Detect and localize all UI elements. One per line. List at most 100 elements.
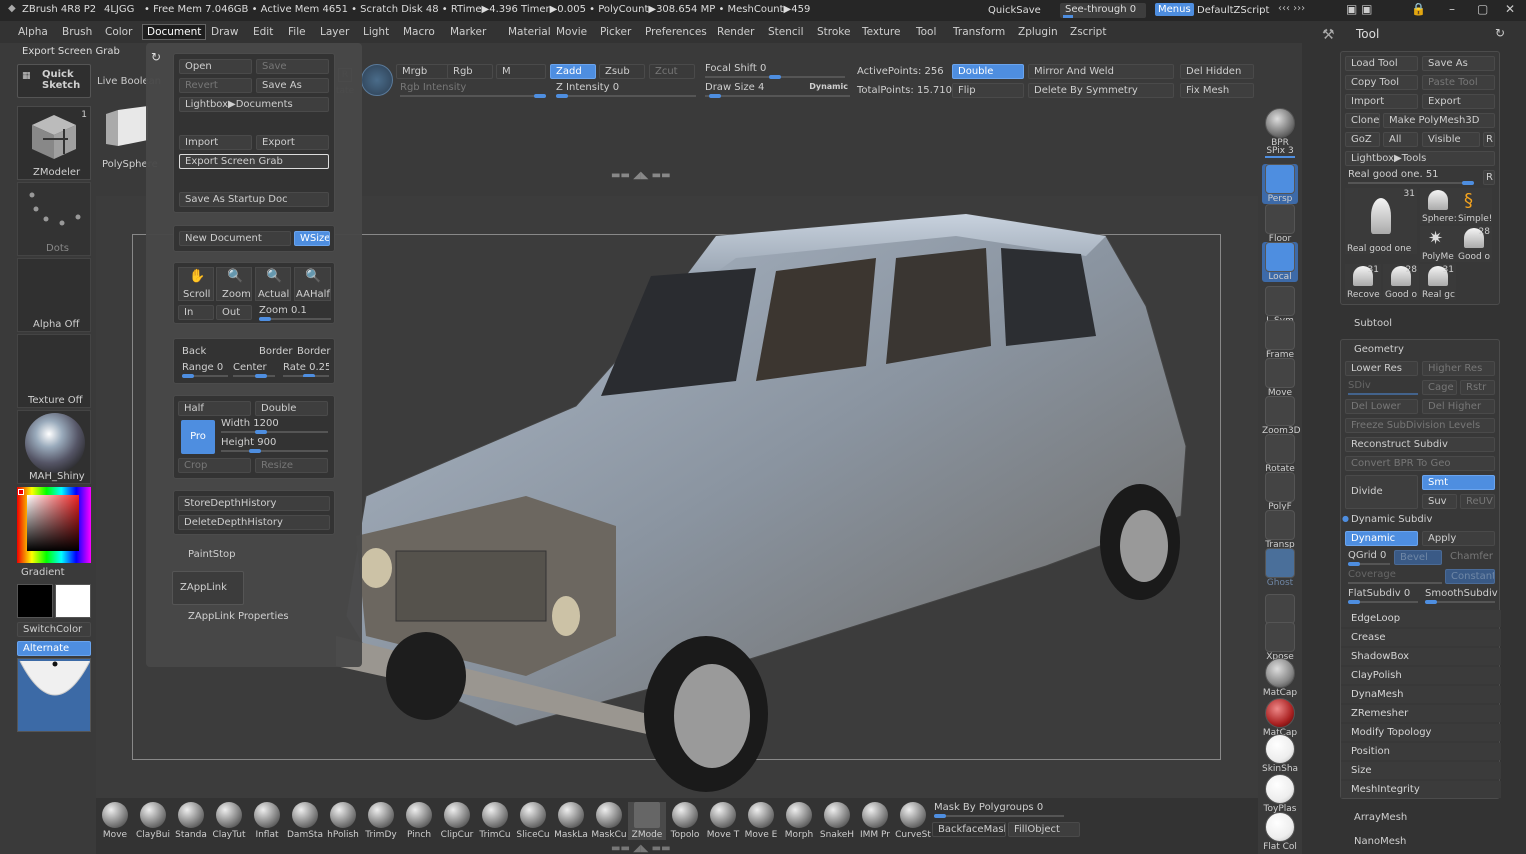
reconstruct-subdiv-button[interactable]: Reconstruct Subdiv: [1345, 437, 1495, 452]
rgb-button[interactable]: Rgb: [447, 64, 493, 79]
higher-res-button[interactable]: Higher Res: [1422, 361, 1495, 376]
tool-thumb[interactable]: Recove 31: [1345, 264, 1381, 300]
flat-subdiv-slider[interactable]: FlatSubdiv 0: [1348, 588, 1418, 604]
texture-slot[interactable]: Texture Off: [17, 334, 91, 408]
fill-object-button[interactable]: FillObject: [1008, 822, 1080, 837]
clone-button[interactable]: Clone: [1345, 113, 1380, 128]
menu-zscript[interactable]: Zscript: [1070, 26, 1106, 38]
save-as-button[interactable]: Save As: [256, 78, 329, 93]
switch-color-button[interactable]: SwitchColor: [17, 622, 91, 637]
z-intensity-slider[interactable]: Z Intensity 0: [556, 82, 696, 98]
stroke-dots-slot[interactable]: Dots: [17, 182, 91, 256]
menu-tool[interactable]: Tool: [916, 26, 936, 38]
suv-toggle[interactable]: Suv: [1422, 494, 1457, 509]
tool-save-as-button[interactable]: Save As: [1422, 56, 1495, 71]
range-slider[interactable]: Range 0: [182, 362, 228, 378]
resize-button[interactable]: Resize: [255, 458, 328, 473]
border-label-2[interactable]: Border: [297, 346, 331, 357]
freeze-subdiv-button[interactable]: Freeze SubDivision Levels: [1345, 418, 1495, 433]
geometry-position[interactable]: Position: [1341, 743, 1501, 760]
geometry-zremesher[interactable]: ZRemesher: [1341, 705, 1501, 722]
width-slider[interactable]: Width 1200: [221, 418, 328, 434]
strip-zoom3d[interactable]: Zoom3D: [1262, 396, 1301, 436]
draw-size-slider[interactable]: Draw Size 4 Dynamic: [705, 82, 850, 98]
menu-marker[interactable]: Marker: [450, 26, 486, 38]
export-button[interactable]: Export: [256, 135, 329, 150]
constant-toggle[interactable]: Constant: [1445, 569, 1495, 584]
zmodeler-brush-slot[interactable]: 1 ZModeler: [17, 106, 91, 180]
make-polymesh-button[interactable]: Make PolyMesh3D: [1383, 113, 1495, 128]
tray-icons[interactable]: ‹‹‹ ›››: [1278, 3, 1305, 14]
brush-curvest[interactable]: CurveSt: [894, 802, 932, 840]
coverage-slider[interactable]: Coverage: [1348, 569, 1442, 584]
divide-button[interactable]: Divide: [1345, 475, 1418, 509]
brush-claytut[interactable]: ClayTut: [210, 802, 248, 840]
tool-thumb[interactable]: Real good one 31: [1345, 188, 1417, 254]
brush-inflat[interactable]: Inflat: [248, 802, 286, 840]
zapplink-properties-label[interactable]: ZAppLink Properties: [188, 611, 289, 622]
copy-tool-button[interactable]: Copy Tool: [1345, 75, 1418, 90]
main-color-swatch[interactable]: [55, 584, 91, 618]
menu-zplugin[interactable]: Zplugin: [1018, 26, 1058, 38]
rgb-intensity-slider[interactable]: Rgb Intensity: [400, 82, 546, 98]
paintstop-label[interactable]: PaintStop: [188, 549, 235, 560]
strip-transp[interactable]: Transp: [1262, 510, 1298, 550]
chamfer-toggle[interactable]: Chamfer: [1445, 550, 1495, 565]
brush-topolo[interactable]: Topolo: [666, 802, 704, 840]
convert-bpr-button[interactable]: Convert BPR To Geo: [1345, 456, 1495, 471]
menu-draw[interactable]: Draw: [211, 26, 238, 38]
default-zscript-button[interactable]: DefaultZScript: [1197, 5, 1269, 16]
menu-material[interactable]: Material: [508, 26, 551, 38]
strip-frame[interactable]: Frame: [1262, 320, 1298, 360]
dynamic-toggle[interactable]: Dynamic: [809, 82, 848, 91]
alternate-button[interactable]: Alternate: [17, 641, 91, 656]
canvas-collapse-handle[interactable]: ▬▬ ◢◣ ▬▬: [611, 170, 671, 181]
brush-maskla[interactable]: MaskLa: [552, 802, 590, 840]
color-picker[interactable]: [17, 487, 91, 563]
brush-claybui[interactable]: ClayBui: [134, 802, 172, 840]
brush-morph[interactable]: Morph: [780, 802, 818, 840]
menu-file[interactable]: File: [288, 26, 306, 38]
goz-button[interactable]: GoZ: [1345, 132, 1380, 147]
strip-skinsha[interactable]: SkinSha: [1262, 734, 1298, 774]
mrgb-button[interactable]: Mrgb: [396, 64, 452, 79]
crop-button[interactable]: Crop: [178, 458, 251, 473]
geometry-crease[interactable]: Crease: [1341, 629, 1501, 646]
menu-texture[interactable]: Texture: [862, 26, 900, 38]
lightbox-tools-button[interactable]: Lightbox▶Tools: [1345, 151, 1495, 166]
m-button[interactable]: M: [496, 64, 546, 79]
nanomesh-header[interactable]: NanoMesh: [1354, 836, 1406, 847]
brush-maskcu[interactable]: MaskCu: [590, 802, 628, 840]
material-slot[interactable]: MAH_Shiny: [17, 410, 91, 484]
shelf-collapse-handle[interactable]: ▬▬ ◢◣ ▬▬: [611, 843, 671, 854]
fix-mesh-button[interactable]: Fix Mesh: [1180, 83, 1254, 98]
wsize-button[interactable]: WSize: [294, 231, 330, 246]
del-hidden-button[interactable]: Del Hidden: [1180, 64, 1254, 79]
strip-toyplas[interactable]: ToyPlas: [1262, 774, 1298, 814]
tool-pin-icon[interactable]: ⚒: [1322, 27, 1335, 43]
geometry-claypolish[interactable]: ClayPolish: [1341, 667, 1501, 684]
revert-button[interactable]: Revert: [179, 78, 252, 93]
menu-color[interactable]: Color: [105, 26, 132, 38]
strip-flat-col[interactable]: Flat Col: [1262, 812, 1298, 852]
scroll-button[interactable]: ✋ Scroll: [178, 267, 214, 301]
alpha-slot[interactable]: Alpha Off: [17, 258, 91, 332]
border-label-1[interactable]: Border: [259, 346, 293, 357]
menu-stroke[interactable]: Stroke: [817, 26, 850, 38]
delete-depth-history-button[interactable]: DeleteDepthHistory: [178, 515, 330, 530]
menu-macro[interactable]: Macro: [403, 26, 435, 38]
tool-thumb[interactable]: Good o 28: [1456, 226, 1492, 262]
mirror-weld-button[interactable]: Mirror And Weld: [1028, 64, 1174, 79]
half-button[interactable]: Half: [178, 401, 251, 416]
open-button[interactable]: Open: [179, 59, 252, 74]
minimize-icon[interactable]: –: [1449, 2, 1455, 16]
smooth-subdiv-slider[interactable]: SmoothSubdiv: [1425, 588, 1498, 604]
sdiv-slider[interactable]: SDiv: [1348, 380, 1418, 395]
strip-ghost[interactable]: Ghost: [1262, 548, 1298, 588]
zoom-out-button[interactable]: Out: [216, 305, 252, 320]
see-through-slider[interactable]: See-through 0: [1060, 3, 1146, 18]
save-as-startup-doc-button[interactable]: Save As Startup Doc: [179, 192, 329, 207]
zoom-slider[interactable]: Zoom 0.1: [259, 305, 331, 321]
menu-brush[interactable]: Brush: [62, 26, 92, 38]
delete-by-symmetry-button[interactable]: Delete By Symmetry: [1028, 83, 1174, 98]
